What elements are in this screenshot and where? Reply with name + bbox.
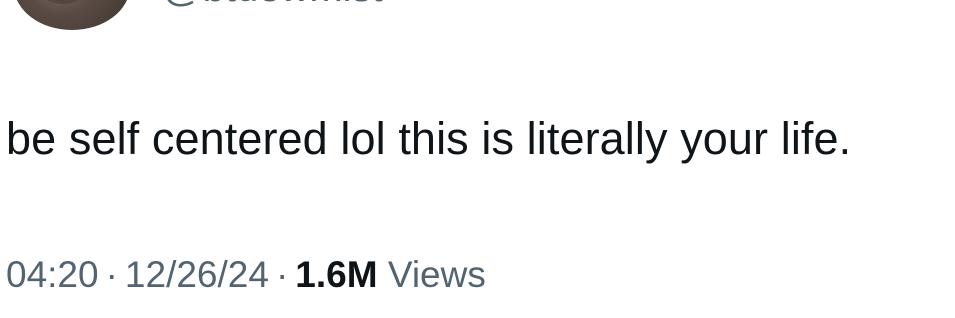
- avatar-image: [36, 0, 90, 4]
- avatar[interactable]: [14, 0, 130, 30]
- meta-separator: ·: [105, 254, 118, 295]
- tweet-time[interactable]: 04:20: [6, 254, 99, 295]
- author-handle[interactable]: @btdewmist: [162, 0, 383, 8]
- views-count[interactable]: 1.6M: [295, 254, 377, 295]
- views-label: Views: [387, 254, 486, 295]
- tweet-date[interactable]: 12/26/24: [125, 254, 269, 295]
- tweet-meta: 04:20 · 12/26/24 · 1.6M Views: [6, 253, 486, 297]
- tweet-detail: @btdewmist be self centered lol this is …: [0, 0, 955, 318]
- meta-separator: ·: [275, 254, 289, 295]
- tweet-text: be self centered lol this is literally y…: [6, 113, 852, 164]
